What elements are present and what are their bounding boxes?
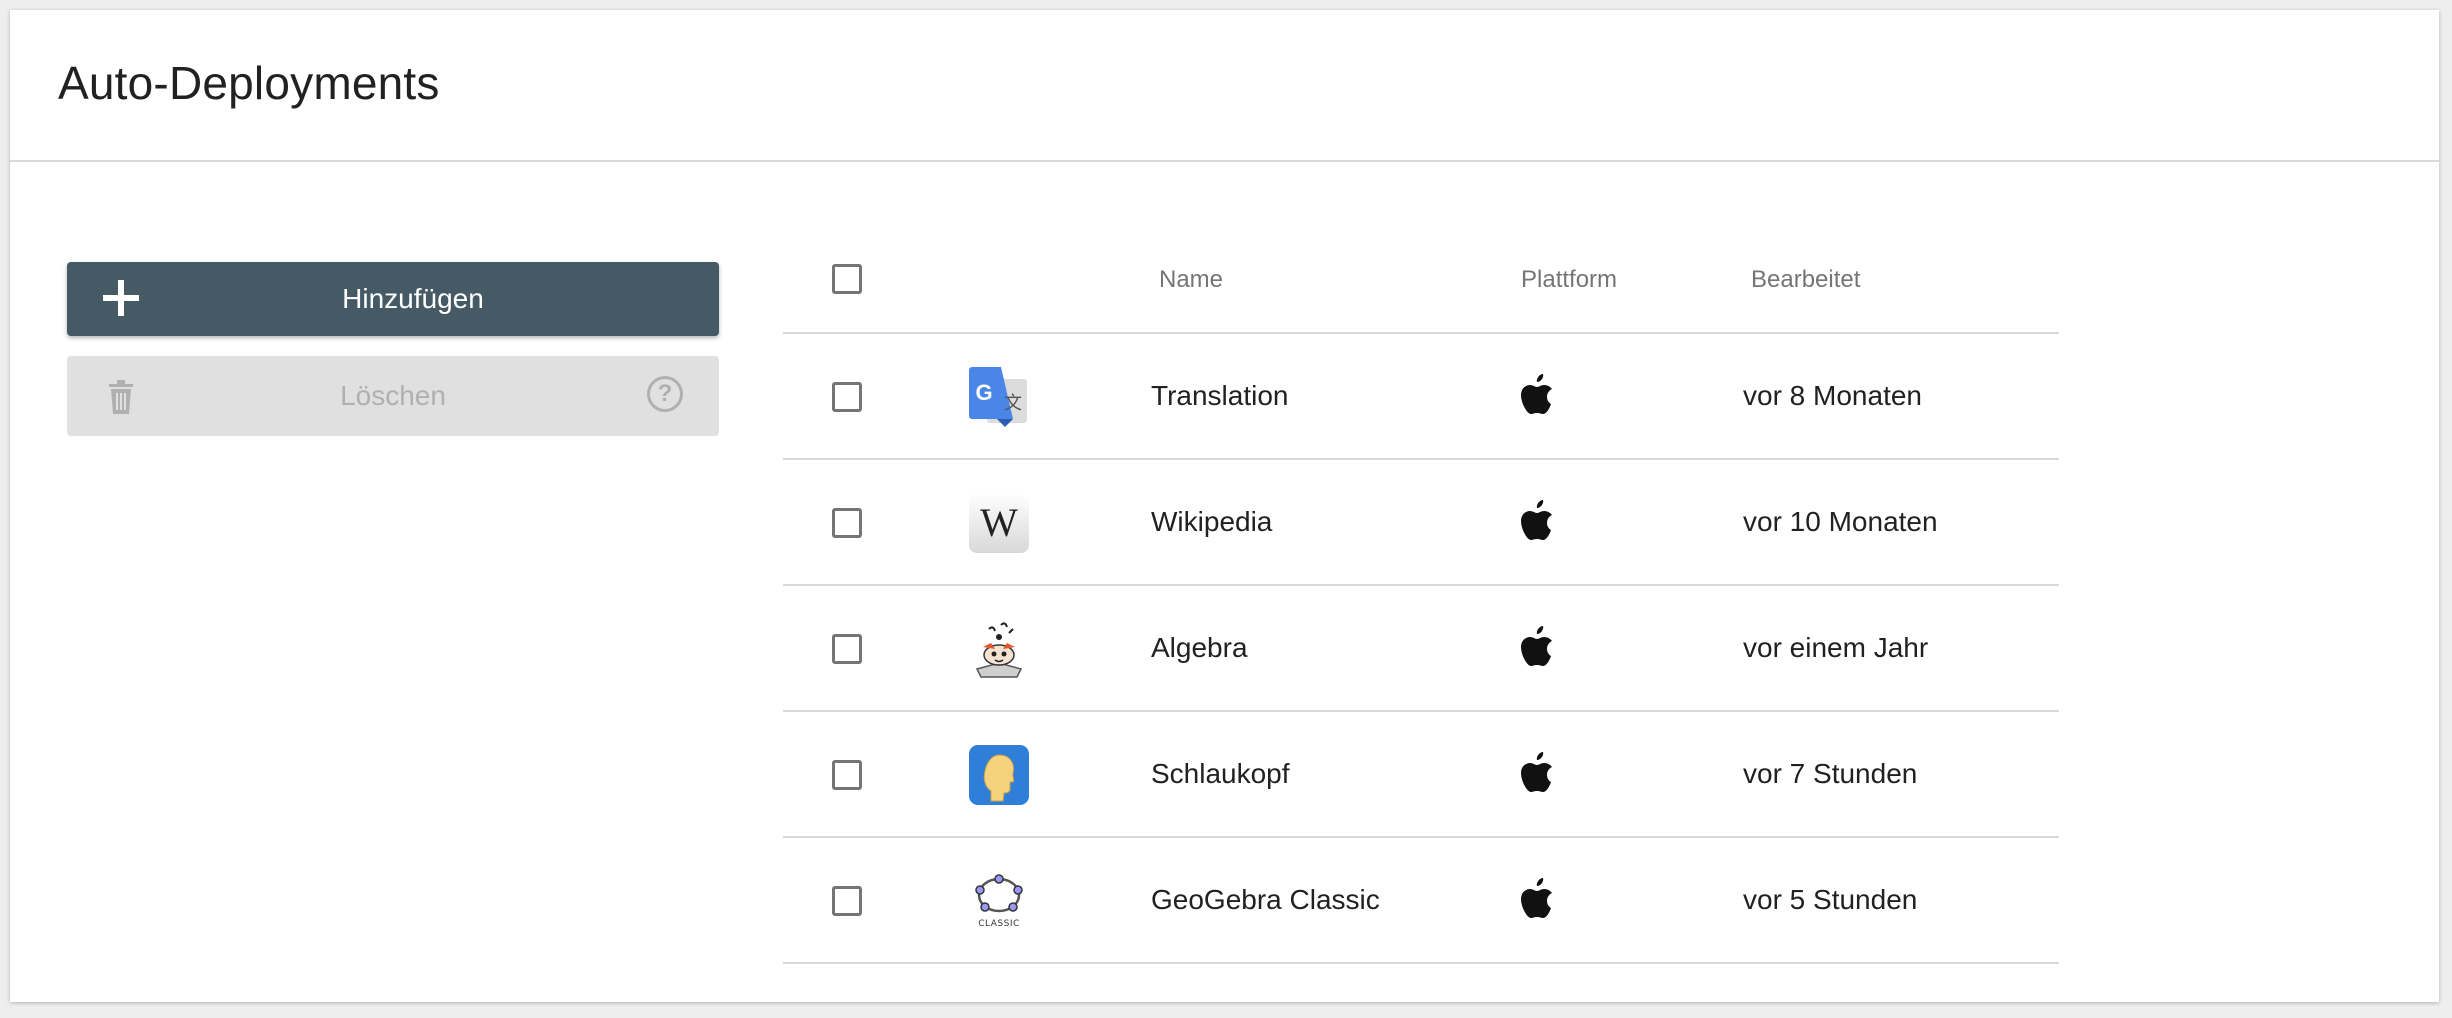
plus-icon (103, 280, 139, 316)
card-header: Auto-Deployments (10, 10, 2439, 162)
column-header-edited[interactable]: Bearbeitet (1751, 266, 1860, 294)
schlaukopf-icon (969, 745, 1029, 805)
trash-icon (109, 380, 133, 414)
apple-icon (1521, 500, 1552, 540)
svg-text:CLASSIC: CLASSIC (978, 919, 1020, 929)
help-icon[interactable]: ? (647, 376, 683, 412)
edited-time: vor einem Jahr (1743, 632, 1929, 663)
auto-deployments-card: Auto-Deployments Hinzufügen Löschen ? Na… (10, 10, 2439, 1002)
app-name: Algebra (1151, 632, 1248, 663)
delete-button[interactable]: Löschen ? (67, 356, 719, 436)
apple-icon (1521, 374, 1552, 414)
column-header-name[interactable]: Name (1159, 266, 1223, 294)
app-name: Schlaukopf (1151, 758, 1290, 789)
column-header-platform[interactable]: Plattform (1521, 266, 1617, 294)
svg-text:文: 文 (1004, 393, 1022, 414)
wikipedia-icon: W (969, 493, 1029, 553)
row-checkbox[interactable] (832, 508, 862, 538)
row-checkbox[interactable] (832, 382, 862, 412)
row-checkbox[interactable] (832, 760, 862, 790)
edited-time: vor 5 Stunden (1743, 884, 1918, 915)
app-name: Wikipedia (1151, 506, 1273, 537)
table-row[interactable]: G 文 Translation vor 8 Monaten (783, 334, 2059, 460)
app-name: GeoGebra Classic (1151, 884, 1380, 915)
app-name: Translation (1151, 380, 1289, 411)
edited-time: vor 8 Monaten (1743, 380, 1922, 411)
table-row[interactable]: W Wikipedia vor 10 Monaten (783, 460, 2059, 586)
apple-icon (1521, 878, 1552, 918)
svg-text:W: W (980, 500, 1018, 545)
algebra-icon (975, 622, 1023, 678)
apple-icon (1521, 626, 1552, 666)
page-title: Auto-Deployments (58, 57, 440, 109)
geogebra-icon: CLASSIC (975, 874, 1023, 929)
table-header: Name Plattform Bearbeitet (783, 232, 2059, 334)
add-button-label: Hinzufügen (342, 283, 484, 314)
svg-text:G: G (975, 380, 992, 405)
select-all-checkbox[interactable] (832, 264, 862, 294)
row-checkbox[interactable] (832, 886, 862, 916)
row-checkbox[interactable] (832, 634, 862, 664)
deployments-table: Name Plattform Bearbeitet G 文 Translatio… (783, 232, 2059, 964)
table-row[interactable]: CLASSIC GeoGebra Classic vor 5 Stunden (783, 838, 2059, 964)
edited-time: vor 7 Stunden (1743, 758, 1918, 789)
table-row[interactable]: Algebra vor einem Jahr (783, 586, 2059, 712)
table-row[interactable]: Schlaukopf vor 7 Stunden (783, 712, 2059, 838)
action-panel: Hinzufügen Löschen ? (67, 262, 719, 436)
apple-icon (1521, 752, 1552, 792)
delete-button-label: Löschen (340, 380, 446, 411)
add-button[interactable]: Hinzufügen (67, 262, 719, 336)
google-translate-icon: G 文 (969, 367, 1027, 427)
edited-time: vor 10 Monaten (1743, 506, 1938, 537)
